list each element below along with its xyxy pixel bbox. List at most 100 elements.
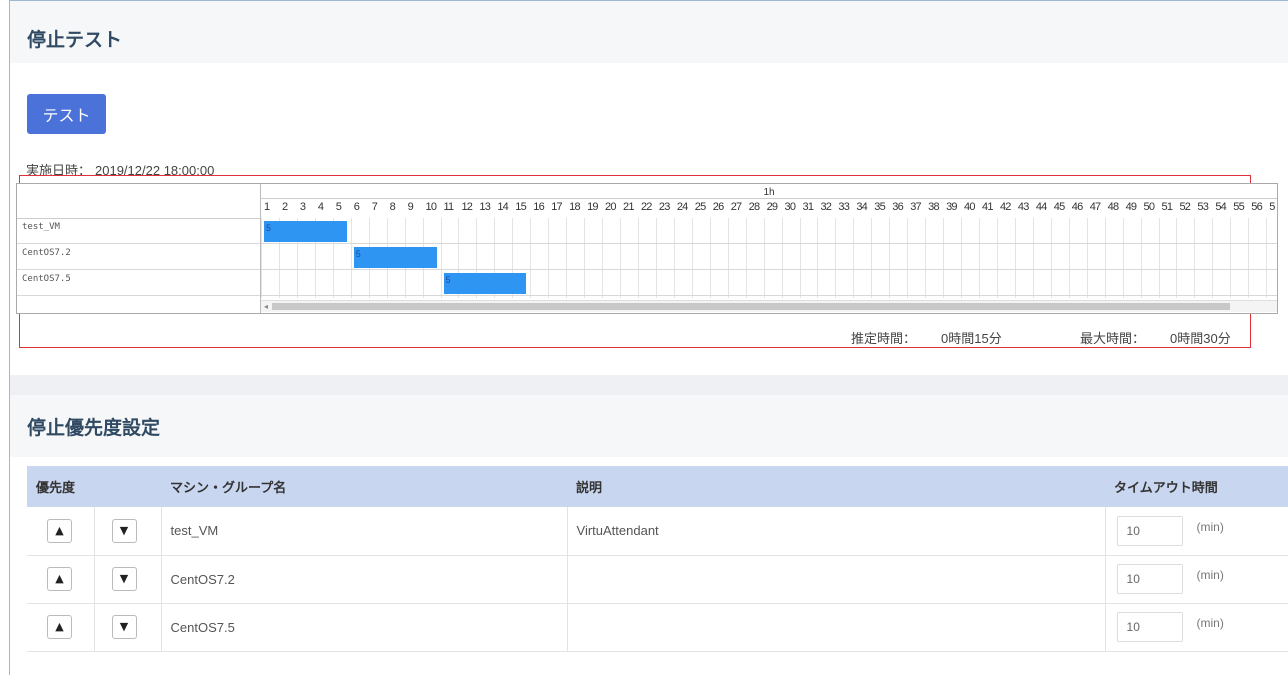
- gantt-tick-label: 35: [874, 201, 885, 213]
- gantt-horizontal-scrollbar[interactable]: ◂: [261, 300, 1277, 312]
- gantt-tick-label: 32: [820, 201, 832, 213]
- max-time-label: 最大時間：: [1080, 331, 1146, 346]
- timeout-unit: (min): [1196, 519, 1224, 534]
- gantt-bar: 5: [264, 221, 347, 242]
- gantt-bar: 5: [353, 247, 437, 268]
- test-button[interactable]: テスト: [27, 94, 106, 134]
- gantt-tick-label: 13: [479, 201, 491, 213]
- gantt-row-labels: test_VM CentOS7.2 CentOS7.5: [17, 184, 261, 313]
- gantt-tick-label: 31: [802, 201, 814, 213]
- gantt-tick-label: 17: [551, 201, 562, 213]
- gantt-tick-label: 49: [1125, 201, 1137, 213]
- gantt-tick-label: 41: [982, 201, 993, 213]
- gantt-grid-line: [1176, 218, 1178, 298]
- gantt-grid-line: [602, 218, 604, 298]
- priority-table: 優先度 マシン・グループ名 説明 タイムアウト時間 ▲ ▼ test_VM Vi…: [27, 466, 1288, 652]
- gantt-grid-line: [1014, 218, 1016, 298]
- timeout-input[interactable]: [1116, 564, 1183, 594]
- gantt-grid-line: [691, 218, 693, 298]
- gantt-row-divider: [261, 243, 1277, 244]
- gantt-tick-label: 43: [1017, 201, 1029, 213]
- gantt-grid-line: [745, 218, 747, 298]
- move-up-button[interactable]: ▲: [47, 567, 72, 591]
- gantt-grid-line: [1212, 218, 1214, 298]
- gantt-grid-line: [925, 218, 927, 298]
- gantt-grid-line: [440, 218, 442, 298]
- section-divider: [10, 375, 1288, 395]
- gantt-tick-label: 19: [587, 201, 598, 213]
- gantt-grid-line: [853, 218, 855, 298]
- chevron-up-icon: ▲: [55, 523, 64, 537]
- gantt-tick-label: 30: [784, 201, 796, 213]
- gantt-tick-label: 15: [515, 201, 526, 213]
- gantt-tick-label: 5: [1269, 201, 1275, 213]
- gantt-tick-label: 10: [425, 201, 437, 213]
- gantt-tick-label: 40: [964, 201, 975, 213]
- gantt-tick-label: 28: [748, 201, 760, 213]
- move-down-button[interactable]: ▼: [111, 518, 137, 543]
- gantt-tick-label: 56: [1251, 201, 1262, 213]
- priority-settings-header: 停止優先度設定: [10, 395, 1288, 457]
- gantt-tick-label: 34: [856, 201, 867, 213]
- gantt-tick-label: 21: [623, 201, 634, 213]
- gantt-grid-line: [709, 218, 711, 298]
- gantt-grid-line: [1194, 218, 1196, 298]
- column-header-name: マシン・グループ名: [161, 466, 568, 507]
- scroll-left-icon[interactable]: ◂: [264, 301, 268, 312]
- gantt-tick-label: 55: [1233, 201, 1244, 213]
- gantt-grid-line: [907, 218, 909, 298]
- move-down-button[interactable]: ▼: [111, 567, 137, 591]
- gantt-tick-label: 18: [569, 201, 580, 213]
- gantt-tick-label: 42: [999, 201, 1011, 213]
- timeout-input[interactable]: [1116, 612, 1183, 642]
- gantt-tick-label: 26: [712, 201, 724, 213]
- move-down-button[interactable]: ▼: [111, 615, 137, 639]
- column-header-priority: 優先度: [27, 466, 162, 507]
- gantt-tick-label: 6: [353, 201, 360, 213]
- gantt-tick-label: 29: [766, 201, 778, 213]
- gantt-grid: 555: [261, 218, 1277, 298]
- gantt-hour-label: 1h: [763, 187, 775, 198]
- gantt-row-label: CentOS7.2: [17, 244, 260, 270]
- chevron-down-icon: ▼: [119, 572, 129, 585]
- gantt-scroll-thumb[interactable]: [272, 303, 1230, 310]
- priority-table-header: 優先度 マシン・グループ名 説明 タイムアウト時間: [27, 466, 1288, 507]
- gantt-tick-label: 51: [1161, 201, 1173, 213]
- gantt-row-label: test_VM: [17, 218, 260, 244]
- gantt-tick-label: 46: [1071, 201, 1083, 213]
- gantt-tick-label: 54: [1215, 201, 1226, 213]
- gantt-tick-label: 14: [497, 201, 508, 213]
- gantt-grid-line: [1104, 218, 1106, 298]
- gantt-grid-line: [889, 218, 891, 298]
- gantt-grid-line: [1266, 218, 1268, 298]
- column-header-description: 説明: [567, 466, 1106, 507]
- gantt-grid-line: [655, 218, 657, 298]
- timeout-input[interactable]: [1116, 515, 1183, 546]
- gantt-chart: test_VM CentOS7.2 CentOS7.5 1h 123456789…: [16, 183, 1278, 314]
- gantt-tick-label: 38: [928, 201, 939, 213]
- priority-settings-title: 停止優先度設定: [27, 418, 161, 439]
- gantt-tick-label: 50: [1143, 201, 1155, 213]
- gantt-grid-line: [637, 218, 639, 298]
- gantt-tick-label: 44: [1035, 201, 1047, 213]
- gantt-tick-label: 47: [1089, 201, 1101, 213]
- gantt-tick-label: 39: [946, 201, 957, 213]
- gantt-tick-label: 12: [461, 201, 473, 213]
- gantt-tick-label: 4: [317, 201, 324, 213]
- table-row: ▲ ▼ CentOS7.5 (min): [27, 603, 1288, 652]
- gantt-grid-line: [1158, 218, 1160, 298]
- gantt-tick-label: 7: [371, 201, 378, 213]
- gantt-grid-line: [1230, 218, 1232, 298]
- move-up-button[interactable]: ▲: [47, 615, 72, 639]
- gantt-tick-label: 22: [640, 201, 652, 213]
- gantt-tick-label: 36: [892, 201, 903, 213]
- move-up-button[interactable]: ▲: [47, 518, 72, 543]
- gantt-grid-line: [996, 218, 998, 298]
- gantt-tick-label: 52: [1179, 201, 1191, 213]
- gantt-left-header: [17, 184, 260, 219]
- gantt-tick-label: 27: [730, 201, 742, 213]
- gantt-bar: 5: [443, 273, 527, 294]
- gantt-grid-line: [979, 218, 980, 298]
- table-row: ▲ ▼ test_VM VirtuAttendant (min): [27, 507, 1288, 556]
- chevron-up-icon: ▲: [55, 572, 64, 585]
